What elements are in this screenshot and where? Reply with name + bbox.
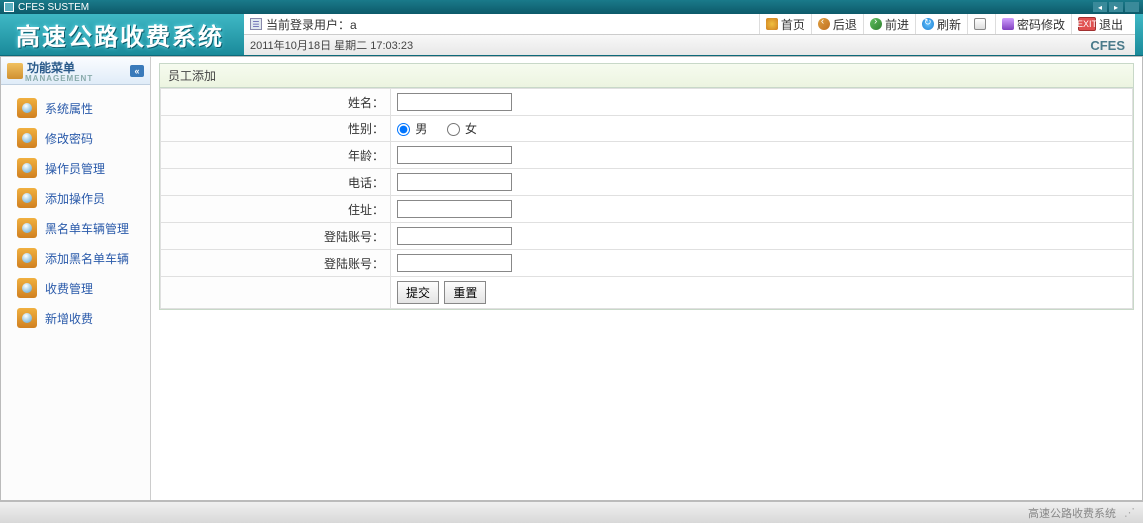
forward-icon (870, 18, 882, 30)
gender-male-label: 男 (415, 122, 427, 136)
user-icon: ☰ (250, 18, 262, 30)
refresh-button[interactable]: 刷新 (915, 14, 967, 34)
sidebar-subtitle: MANAGEMENT (25, 74, 93, 83)
toolbar: ☰ 当前登录用户：a 首页 后退 前进 刷新 (244, 14, 1135, 35)
blank-button[interactable] (967, 14, 995, 34)
item-icon (17, 278, 37, 298)
home-button[interactable]: 首页 (759, 14, 811, 34)
exit-button[interactable]: EXIT 退出 (1071, 14, 1129, 34)
login-account-input-1[interactable] (397, 227, 512, 245)
sidebar-item-change-password[interactable]: 修改密码 (1, 123, 150, 153)
item-icon (17, 308, 37, 328)
login-account-label-1: 登陆账号： (161, 223, 391, 250)
app-icon (4, 2, 14, 12)
main-content: 员工添加 姓名： 性别： 男 (151, 57, 1142, 500)
datetime-label: 2011年10月18日 星期二 17:03:23 (250, 37, 413, 53)
gender-male-option[interactable]: 男 (397, 122, 431, 136)
window-next-button[interactable]: ▸ (1109, 2, 1123, 12)
password-icon (1002, 18, 1014, 30)
age-input[interactable] (397, 146, 512, 164)
gender-female-option[interactable]: 女 (447, 122, 477, 136)
sidebar-item-label: 添加黑名单车辆 (45, 250, 129, 267)
menu-icon (7, 63, 23, 79)
resize-grip[interactable]: ⋰ (1124, 506, 1133, 519)
gender-label: 性别： (161, 116, 391, 142)
sidebar-item-label: 收费管理 (45, 280, 93, 297)
item-icon (17, 218, 37, 238)
sidebar-list: 系统属性 修改密码 操作员管理 添加操作员 黑名单车辆管理 添加黑名单车辆 (1, 85, 150, 500)
sidebar: 功能菜单 MANAGEMENT « 系统属性 修改密码 操作员管理 添加操作员 (1, 57, 151, 500)
phone-label: 电话： (161, 169, 391, 196)
blank-icon (974, 18, 986, 30)
info-bar: 2011年10月18日 星期二 17:03:23 CFES (244, 35, 1135, 55)
home-label: 首页 (781, 16, 805, 33)
forward-label: 前进 (885, 16, 909, 33)
sidebar-item-add-operator[interactable]: 添加操作员 (1, 183, 150, 213)
sidebar-header: 功能菜单 MANAGEMENT « (1, 57, 150, 85)
back-label: 后退 (833, 16, 857, 33)
panel-title: 员工添加 (160, 64, 1133, 88)
forward-button[interactable]: 前进 (863, 14, 915, 34)
exit-icon: EXIT (1078, 17, 1096, 31)
gender-female-radio[interactable] (447, 123, 460, 136)
password-change-button[interactable]: 密码修改 (995, 14, 1071, 34)
form-panel: 员工添加 姓名： 性别： 男 (159, 63, 1134, 310)
brand-badge: CFES (1090, 38, 1125, 53)
login-account-input-2[interactable] (397, 254, 512, 272)
name-label: 姓名： (161, 89, 391, 116)
exit-label: 退出 (1099, 16, 1123, 33)
sidebar-item-label: 黑名单车辆管理 (45, 220, 129, 237)
form-table: 姓名： 性别： 男 (160, 88, 1133, 309)
window-prev-button[interactable]: ◂ (1093, 2, 1107, 12)
sidebar-item-blacklist-vehicle-manage[interactable]: 黑名单车辆管理 (1, 213, 150, 243)
back-icon (818, 18, 830, 30)
item-icon (17, 98, 37, 118)
sidebar-item-toll-manage[interactable]: 收费管理 (1, 273, 150, 303)
submit-button[interactable]: 提交 (397, 281, 439, 304)
name-input[interactable] (397, 93, 512, 111)
item-icon (17, 158, 37, 178)
current-user-label: 当前登录用户：a (266, 16, 357, 33)
back-button[interactable]: 后退 (811, 14, 863, 34)
sidebar-item-add-blacklist-vehicle[interactable]: 添加黑名单车辆 (1, 243, 150, 273)
phone-input[interactable] (397, 173, 512, 191)
address-label: 住址： (161, 196, 391, 223)
sidebar-toggle[interactable]: « (130, 65, 144, 77)
sidebar-item-label: 新增收费 (45, 310, 93, 327)
sidebar-item-operator-manage[interactable]: 操作员管理 (1, 153, 150, 183)
item-icon (17, 128, 37, 148)
header: 高速公路收费系统 ☰ 当前登录用户：a 首页 后退 前进 刷新 (0, 14, 1143, 56)
item-icon (17, 248, 37, 268)
status-text: 高速公路收费系统 (1028, 505, 1116, 521)
window-close-button[interactable] (1125, 2, 1139, 12)
reset-button[interactable]: 重置 (444, 281, 486, 304)
status-bar: 高速公路收费系统 ⋰ (0, 501, 1143, 523)
home-icon (766, 18, 778, 30)
sidebar-item-label: 操作员管理 (45, 160, 105, 177)
sidebar-item-system-props[interactable]: 系统属性 (1, 93, 150, 123)
gender-female-label: 女 (465, 122, 477, 136)
login-account-label-2: 登陆账号： (161, 250, 391, 277)
age-label: 年龄： (161, 142, 391, 169)
sidebar-item-add-toll[interactable]: 新增收费 (1, 303, 150, 333)
password-label: 密码修改 (1017, 16, 1065, 33)
address-input[interactable] (397, 200, 512, 218)
refresh-label: 刷新 (937, 16, 961, 33)
buttons-label-cell (161, 277, 391, 309)
sidebar-item-label: 修改密码 (45, 130, 93, 147)
sidebar-item-label: 添加操作员 (45, 190, 105, 207)
window-title-bar: CFES SUSTEM ◂ ▸ (0, 0, 1143, 14)
window-title: CFES SUSTEM (18, 2, 89, 13)
sidebar-item-label: 系统属性 (45, 100, 93, 117)
app-title: 高速公路收费系统 (16, 17, 224, 52)
gender-male-radio[interactable] (397, 123, 410, 136)
refresh-icon (922, 18, 934, 30)
item-icon (17, 188, 37, 208)
